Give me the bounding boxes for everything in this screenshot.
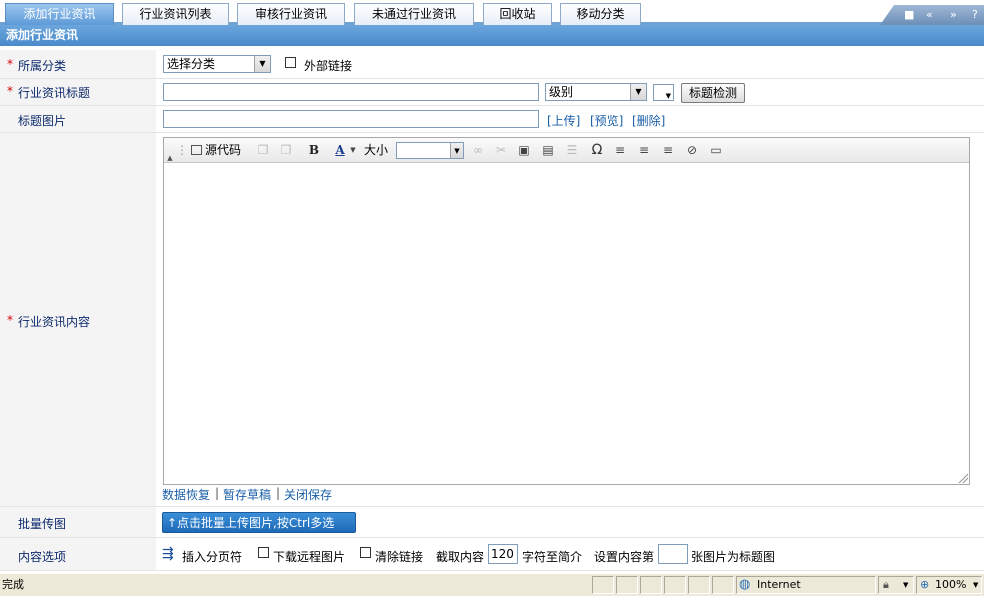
chevron-down-icon: ▼ bbox=[665, 92, 671, 100]
page-break-link[interactable]: 插入分页符 bbox=[182, 548, 242, 565]
title-image-label: 标题图片 bbox=[18, 114, 67, 128]
content-options-label: 内容选项 bbox=[18, 550, 67, 564]
upload-link[interactable]: [上传] bbox=[547, 112, 580, 129]
prev-icon[interactable]: « bbox=[926, 7, 933, 23]
lock-icon: 🔒︎ bbox=[883, 578, 889, 591]
title-input[interactable] bbox=[163, 83, 539, 101]
title-image-index-input[interactable] bbox=[658, 544, 688, 564]
source-code-icon bbox=[190, 145, 202, 155]
resize-handle-icon[interactable] bbox=[958, 473, 968, 483]
rich-text-editor: ▲ ⋮ 源代码 ❐ ❐ B A ▼ 大小 ▼ ∞ ✂ ▣ ▤ ☰ Ω ≡ ≡ ≡… bbox=[163, 137, 970, 485]
required-mark: * bbox=[7, 313, 13, 327]
page-break-icon[interactable]: ⇶ bbox=[162, 546, 174, 562]
chevron-down-icon[interactable]: ▼ bbox=[348, 142, 358, 159]
download-remote-checkbox[interactable] bbox=[258, 547, 269, 558]
save-draft-link[interactable]: 暂存草稿 bbox=[223, 486, 271, 503]
protected-mode-button[interactable]: 🔒︎ ▼ bbox=[878, 576, 914, 594]
status-text: 完成 bbox=[2, 578, 24, 591]
fullscreen-icon[interactable]: ▭ bbox=[708, 142, 724, 159]
close-save-link[interactable]: 关闭保存 bbox=[284, 486, 332, 503]
title-image-input[interactable] bbox=[163, 110, 539, 128]
size-label: 大小 bbox=[363, 143, 388, 157]
special-char-button[interactable]: Ω bbox=[588, 142, 606, 159]
row-content-options: 内容选项 ⇶ 插入分页符 下载远程图片 清除链接 截取内容 120 字符至简介 … bbox=[0, 538, 984, 571]
source-code-button[interactable]: 源代码 bbox=[186, 142, 246, 159]
image-icon[interactable]: ▣ bbox=[516, 142, 532, 159]
zoom-icon: ⊕ bbox=[920, 578, 930, 591]
tab-add-news[interactable]: 添加行业资讯 bbox=[5, 3, 114, 25]
intercept-suffix: 字符至简介 bbox=[522, 550, 583, 564]
tab-rejected-news[interactable]: 未通过行业资讯 bbox=[354, 3, 474, 25]
status-bar: 完成 ◍ Internet 🔒︎ ▼ ⊕ 100% ▼ bbox=[0, 573, 984, 596]
chevron-down-icon: ▼ bbox=[903, 581, 909, 589]
required-mark: * bbox=[7, 57, 13, 71]
zone-indicator[interactable]: ◍ Internet bbox=[736, 576, 876, 594]
toolbar-grip: ⋮ bbox=[176, 143, 188, 157]
link-icon[interactable]: ∞ bbox=[469, 142, 487, 159]
stop-icon[interactable]: ■ bbox=[904, 7, 914, 23]
tab-recycle-bin[interactable]: 回收站 bbox=[483, 3, 552, 25]
globe-icon: ◍ bbox=[739, 577, 751, 592]
preview-link[interactable]: [预览] bbox=[590, 112, 623, 129]
attachment-icon[interactable]: ⊘ bbox=[684, 142, 700, 159]
help-icon[interactable]: ? bbox=[972, 7, 978, 23]
media-icon[interactable]: ▤ bbox=[540, 142, 556, 159]
delete-link[interactable]: [删除] bbox=[632, 112, 665, 129]
editor-content-area[interactable] bbox=[164, 163, 969, 484]
batch-upload-label: 批量传图 bbox=[18, 517, 67, 531]
chevron-down-icon: ▼ bbox=[450, 143, 463, 158]
level-select[interactable]: 级别 ▼ bbox=[545, 83, 647, 101]
intercept-length-input[interactable]: 120 bbox=[488, 544, 518, 564]
align-center-icon[interactable]: ≡ bbox=[636, 142, 652, 159]
bold-button[interactable]: B bbox=[306, 142, 322, 159]
font-size-select[interactable]: ▼ bbox=[396, 142, 464, 159]
copy-icon[interactable]: ❐ bbox=[254, 142, 272, 159]
row-category: * 所属分类 选择分类 ▼ 外部链接 bbox=[0, 50, 984, 79]
chevron-down-icon: ▼ bbox=[254, 56, 270, 72]
next-icon[interactable]: » bbox=[950, 7, 957, 23]
tab-controls: ■ « » ? bbox=[880, 5, 984, 25]
font-color-button[interactable]: A bbox=[332, 142, 348, 159]
category-label: 所属分类 bbox=[18, 59, 67, 73]
zoom-control[interactable]: ⊕ 100% ▼ bbox=[916, 576, 982, 594]
horizontal-rule-icon[interactable]: ☰ bbox=[564, 142, 580, 159]
section-title: 添加行业资讯 bbox=[0, 25, 984, 46]
required-mark: * bbox=[7, 84, 13, 98]
row-title: * 行业资讯标题 级别 ▼ ▼ 标题检测 bbox=[0, 79, 984, 106]
tab-review-news[interactable]: 审核行业资讯 bbox=[237, 3, 345, 25]
row-title-image: 标题图片 [上传] [预览] [删除] bbox=[0, 106, 984, 133]
intercept-prefix: 截取内容 bbox=[436, 550, 485, 564]
restore-data-link[interactable]: 数据恢复 bbox=[162, 486, 210, 503]
content-label: 行业资讯内容 bbox=[18, 315, 91, 329]
external-link-label: 外部链接 bbox=[304, 59, 353, 73]
batch-upload-button[interactable]: ↑点击批量上传图片,按Ctrl多选 bbox=[162, 512, 356, 533]
unlink-icon[interactable]: ✂ bbox=[492, 142, 510, 159]
clear-links-label: 清除链接 bbox=[375, 550, 424, 564]
clear-links-checkbox[interactable] bbox=[360, 547, 371, 558]
color-picker[interactable]: ▼ bbox=[653, 84, 674, 101]
paste-icon[interactable]: ❐ bbox=[277, 142, 295, 159]
tab-move-category[interactable]: 移动分类 bbox=[560, 3, 641, 25]
title-image-index-suffix: 张图片为标题图 bbox=[691, 550, 776, 564]
tab-news-list[interactable]: 行业资讯列表 bbox=[122, 3, 229, 25]
tab-bar: 添加行业资讯 行业资讯列表 审核行业资讯 未通过行业资讯 回收站 移动分类 ■ … bbox=[0, 0, 984, 25]
align-left-icon[interactable]: ≡ bbox=[612, 142, 628, 159]
chevron-down-icon: ▼ bbox=[973, 581, 979, 589]
editor-toolbar: ▲ ⋮ 源代码 ❐ ❐ B A ▼ 大小 ▼ ∞ ✂ ▣ ▤ ☰ Ω ≡ ≡ ≡… bbox=[164, 138, 969, 163]
chevron-down-icon: ▼ bbox=[630, 84, 646, 100]
external-link-checkbox[interactable] bbox=[285, 57, 296, 68]
title-image-index-prefix: 设置内容第 bbox=[594, 550, 655, 564]
title-check-button[interactable]: 标题检测 bbox=[681, 83, 745, 103]
title-label: 行业资讯标题 bbox=[18, 86, 91, 100]
row-batch-upload: 批量传图 bbox=[0, 507, 984, 538]
align-right-icon[interactable]: ≡ bbox=[660, 142, 676, 159]
category-select[interactable]: 选择分类 ▼ bbox=[163, 55, 271, 73]
download-remote-label: 下载远程图片 bbox=[273, 550, 346, 564]
